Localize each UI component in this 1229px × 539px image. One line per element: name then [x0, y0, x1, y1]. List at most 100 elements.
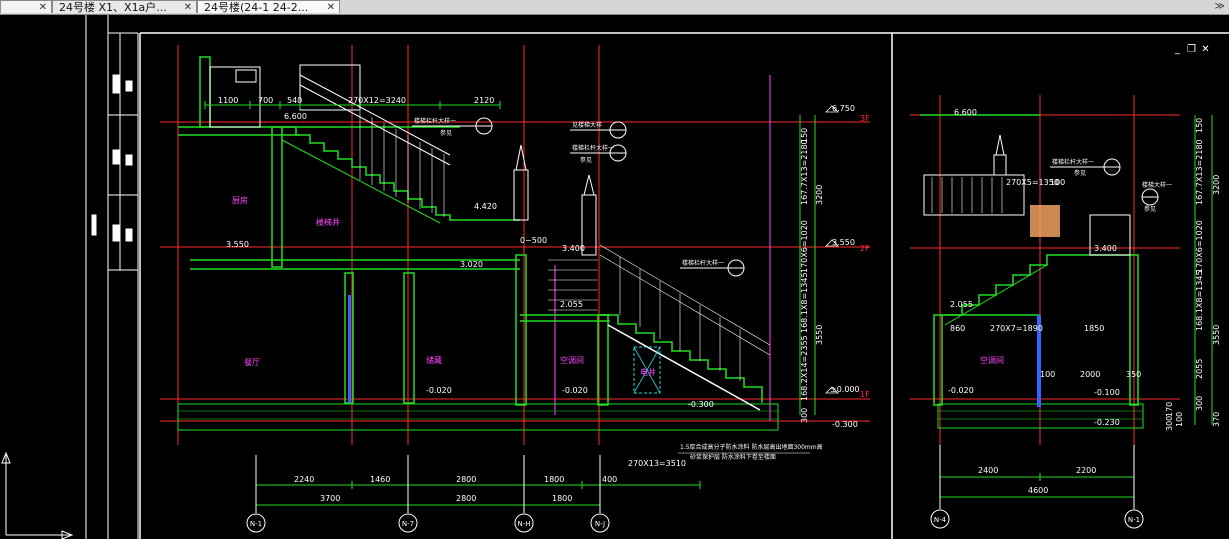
callout-text: 楼梯大样一 [1142, 181, 1172, 189]
dim-text: 168.1X8=1345 [1195, 270, 1204, 331]
room-label: 电井 [640, 367, 656, 377]
double-chevron-down-icon[interactable]: ≫ [1215, 0, 1225, 13]
callout-text: 楼梯栏杆大样一 [414, 117, 456, 125]
axis-label: N-J [595, 520, 605, 528]
tab-label: 24号楼 X1、X1a户... [59, 1, 167, 13]
floor-label: 2F [860, 244, 870, 253]
dim-text: 1100 [218, 96, 238, 105]
dim-text: 2120 [474, 96, 494, 105]
dim-text: 2400 [978, 466, 998, 475]
dim-text: 270X7=1890 [990, 324, 1043, 333]
floor-label: 3F [860, 114, 870, 123]
right-section-drawing: 6.600 3.400 2.055 -0.020 -0.100 -0.230 2… [910, 95, 1221, 529]
dim-text: 100 [1050, 178, 1065, 187]
dim-text: 2800 [456, 494, 476, 503]
dim-text: 1850 [1084, 324, 1104, 333]
callout-text: 参见 [580, 156, 592, 164]
elevation-text: 0~500 [520, 236, 547, 245]
callout-text: 参见 [1144, 205, 1156, 213]
dim-text: 3200 [815, 185, 824, 205]
title-block [85, 15, 139, 539]
dim-text: 170X6=1020 [800, 220, 809, 273]
axis-label: N-4 [934, 516, 947, 524]
close-icon[interactable]: ✕ [184, 1, 192, 13]
close-icon[interactable]: ✕ [39, 1, 47, 13]
dim-text: 540 [287, 96, 302, 105]
elevation-text: -0.020 [948, 386, 974, 395]
room-label: 餐厅 [244, 358, 260, 367]
dim-text: 2000 [1080, 370, 1100, 379]
room-label: 空调间 [980, 355, 1004, 365]
ucs-axis-icon [1, 451, 74, 539]
dim-text: 4600 [1028, 486, 1048, 495]
dim-text: 100 [1175, 412, 1184, 427]
dim-text: 3700 [320, 494, 340, 503]
tab-drawing-2[interactable]: 24号楼(24-1 24-2... ✕ [197, 0, 340, 13]
dim-text: 170 [1165, 402, 1174, 417]
axis-label: N-H [517, 520, 530, 528]
dim-text: 168.2X14=2355 [800, 335, 809, 401]
dim-text: 167.7X13=2180 [800, 139, 809, 205]
room-label: 厨房 [232, 195, 248, 205]
dim-text: 167.7X13=2180 [1195, 139, 1204, 205]
axis-label: N-7 [402, 520, 414, 528]
callout-text: 楼梯栏杆大样一 [572, 144, 614, 152]
dim-text: 350 [1126, 370, 1141, 379]
document-tab-bar: ✕ 24号楼 X1、X1a户... ✕ 24号楼(24-1 24-2... ✕ ≫ [0, 0, 1229, 15]
dim-text: 3200 [1212, 175, 1221, 195]
dim-text: 170X6=1020 [1195, 220, 1204, 273]
dim-text: 300 [800, 408, 809, 423]
dim-text: 3550 [815, 325, 824, 345]
level-mark: -0.300 [832, 420, 858, 429]
dim-text: 2240 [294, 475, 314, 484]
dim-text: 150 [1195, 118, 1204, 133]
tab-previous[interactable]: ✕ [0, 0, 52, 13]
elevation-text: 2.055 [560, 300, 583, 309]
room-label: 楼梯井 [316, 217, 340, 227]
callout-text: 参见 [440, 129, 452, 137]
elevation-text: -0.230 [1094, 418, 1120, 427]
dim-text: 2055 [1195, 359, 1204, 379]
elevation-text: -0.300 [688, 400, 714, 409]
dim-text: 270X13=3510 [628, 459, 686, 468]
dim-text: 370 [1212, 412, 1221, 427]
floor-label: 1F [860, 390, 870, 399]
left-section-drawing: 1100 700 540 270X12=3240 2120 6.600 4.42… [160, 45, 870, 533]
note-text: 砂浆保护层 防水涂料下卷至楼面 [690, 453, 776, 461]
drawing-canvas[interactable]: 1100 700 540 270X12=3240 2120 6.600 4.42… [0, 15, 1229, 539]
close-icon[interactable]: ✕ [1200, 45, 1211, 55]
elevation-text: 3.400 [1094, 244, 1117, 253]
callout-text: 楼梯栏杆大样一 [682, 259, 724, 267]
elevation-text: 4.420 [474, 202, 497, 211]
room-label: 储藏 [426, 355, 442, 365]
minimize-icon[interactable]: _ [1172, 45, 1183, 55]
dim-text: 300 [1165, 416, 1174, 431]
dim-text: 2200 [1076, 466, 1096, 475]
elevation-text: 3.020 [460, 260, 483, 269]
close-icon[interactable]: ✕ [327, 1, 335, 13]
elevation-text: -0.020 [562, 386, 588, 395]
elevation-text: -0.100 [1094, 388, 1120, 397]
dim-text: 2800 [456, 475, 476, 484]
dim-text: 1800 [552, 494, 572, 503]
dim-text: 400 [602, 475, 617, 484]
dim-text: 3550 [1212, 325, 1221, 345]
elevation-text: 3.400 [562, 244, 585, 253]
dim-text: 860 [950, 324, 965, 333]
elevation-text: 6.600 [954, 108, 977, 117]
elevation-text: 2.055 [950, 300, 973, 309]
dim-text: 700 [258, 96, 273, 105]
room-label: 空调间 [560, 355, 584, 365]
note-text: 1.5厚合成高分子防水涂料 防水层高出地面300mm高 [680, 443, 823, 451]
elevation-text: -0.020 [426, 386, 452, 395]
axis-label: N-1 [1128, 516, 1140, 524]
tab-label: 24号楼(24-1 24-2... [204, 1, 309, 13]
dim-text: 168.1X8=1345 [800, 272, 809, 333]
dim-text: 100 [1040, 370, 1055, 379]
elevation-text: 6.600 [284, 112, 307, 121]
callout-text: 见楼梯大样 [572, 121, 602, 129]
callout-text: 参见 [1074, 169, 1086, 177]
restore-icon[interactable]: ❐ [1186, 45, 1197, 55]
tab-drawing-1[interactable]: 24号楼 X1、X1a户... ✕ [52, 0, 197, 13]
dim-text: 270X12=3240 [348, 96, 406, 105]
